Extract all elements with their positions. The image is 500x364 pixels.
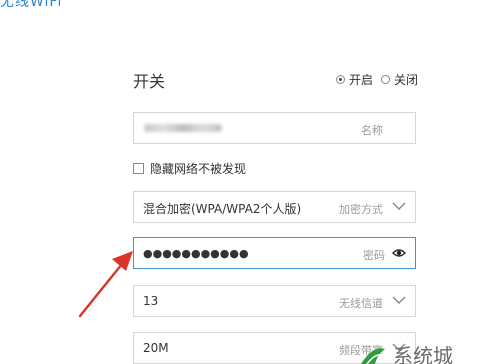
watermark-text: 系统城 (393, 344, 453, 364)
annotation-arrow-icon (78, 251, 133, 318)
watermark-logo: 系统城 (353, 341, 500, 364)
watermark-logo-icon: 系统城 (361, 344, 453, 364)
